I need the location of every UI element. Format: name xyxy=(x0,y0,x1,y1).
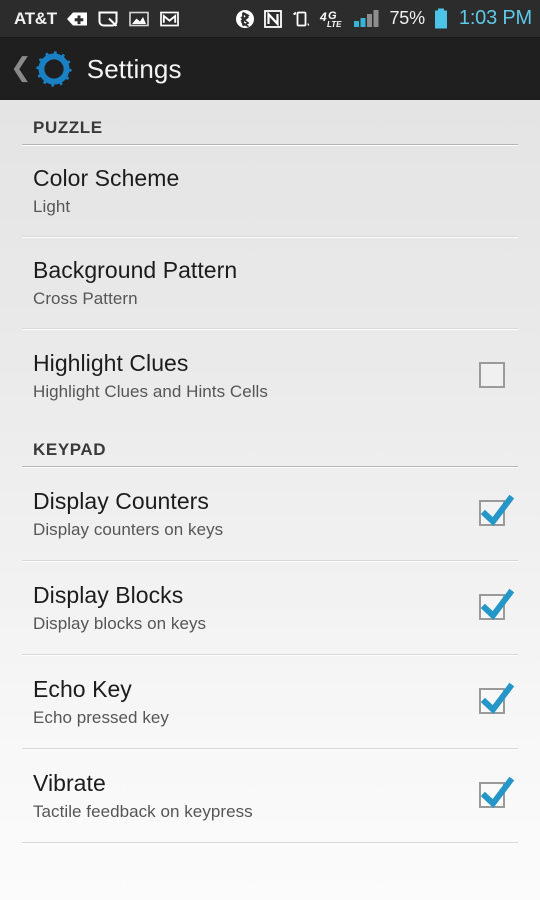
checkbox-display-counters[interactable] xyxy=(473,494,515,534)
setting-row-background-pattern[interactable]: Background Pattern Cross Pattern xyxy=(0,238,540,328)
settings-list[interactable]: PUZZLE Color Scheme Light Background Pat… xyxy=(0,100,540,900)
row-summary: Tactile feedback on keypress xyxy=(33,801,253,821)
svg-text:4: 4 xyxy=(319,10,327,24)
action-bar: ❮ Settings xyxy=(0,38,540,100)
clock-label: 1:03 PM xyxy=(458,7,532,29)
row-title: Color Scheme xyxy=(33,165,180,192)
row-divider xyxy=(22,842,518,844)
checkmark-icon xyxy=(480,588,515,620)
section-header-label: KEYPAD xyxy=(33,440,107,459)
row-title: Background Pattern xyxy=(33,257,238,284)
network-4g-lte-icon: 4 G LTE xyxy=(319,8,345,30)
section-header-label: PUZZLE xyxy=(33,118,103,137)
row-summary: Display blocks on keys xyxy=(33,613,207,633)
row-title: Highlight Clues xyxy=(33,350,189,377)
nfc-icon xyxy=(263,8,283,30)
back-chevron-icon[interactable]: ❮ xyxy=(8,55,34,84)
checkbox-highlight-clues[interactable] xyxy=(473,356,513,396)
row-title: Vibrate xyxy=(33,770,106,797)
row-texts: Background Pattern Cross Pattern xyxy=(33,257,518,309)
row-title: Echo Key xyxy=(33,676,132,703)
settings-gear-icon[interactable] xyxy=(35,50,73,88)
status-bar-left-group: AT&T xyxy=(14,9,180,29)
checkmark-icon xyxy=(480,494,515,526)
section-header-keypad: KEYPAD xyxy=(0,422,540,466)
signal-bars-icon xyxy=(353,8,381,30)
row-texts: Color Scheme Light xyxy=(33,165,518,217)
checkbox-echo-key[interactable] xyxy=(473,682,515,722)
setting-row-color-scheme[interactable]: Color Scheme Light xyxy=(0,146,540,236)
status-bar-right-group: 4 G LTE 75% 1:03 PM xyxy=(235,7,532,31)
bluetooth-icon xyxy=(235,8,255,30)
section-header-puzzle: PUZZLE xyxy=(0,100,540,144)
row-summary: Light xyxy=(33,196,71,216)
setting-row-highlight-clues[interactable]: Highlight Clues Highlight Clues and Hint… xyxy=(0,330,540,422)
row-texts: Echo Key Echo pressed key xyxy=(33,676,461,728)
page-title: Settings xyxy=(86,53,182,84)
row-summary: Cross Pattern xyxy=(33,288,138,308)
row-texts: Highlight Clues Highlight Clues and Hint… xyxy=(33,350,461,402)
checkmark-icon xyxy=(480,776,515,808)
checkbox-display-blocks[interactable] xyxy=(473,588,515,628)
status-bar[interactable]: AT&T 4 G LTE 75% 1:03 PM xyxy=(0,0,540,38)
gallery-image-icon xyxy=(128,9,150,29)
svg-text:LTE: LTE xyxy=(327,20,342,29)
setting-row-display-counters[interactable]: Display Counters Display counters on key… xyxy=(0,468,540,560)
checkmark-icon xyxy=(480,682,515,714)
row-texts: Vibrate Tactile feedback on keypress xyxy=(33,770,461,822)
row-texts: Display Counters Display counters on key… xyxy=(33,488,461,540)
checkbox-box xyxy=(479,362,505,388)
checkbox-vibrate[interactable] xyxy=(473,776,515,816)
setting-row-echo-key[interactable]: Echo Key Echo pressed key xyxy=(0,656,540,748)
vibrate-mode-icon xyxy=(291,8,311,30)
row-title: Display Blocks xyxy=(33,582,184,609)
carrier-label: AT&T xyxy=(14,8,57,28)
row-summary: Echo pressed key xyxy=(33,707,169,727)
battery-full-icon xyxy=(433,7,449,31)
setting-row-display-blocks[interactable]: Display Blocks Display blocks on keys xyxy=(0,562,540,654)
screenshot-capture-icon xyxy=(97,9,119,29)
row-texts: Display Blocks Display blocks on keys xyxy=(33,582,461,634)
gmail-icon xyxy=(159,9,180,29)
row-summary: Highlight Clues and Hints Cells xyxy=(33,381,268,401)
medical-plus-tag-icon xyxy=(66,9,88,29)
setting-row-vibrate[interactable]: Vibrate Tactile feedback on keypress xyxy=(0,750,540,842)
battery-percent-label: 75% xyxy=(389,8,425,28)
row-title: Display Counters xyxy=(33,488,209,515)
row-summary: Display counters on keys xyxy=(33,519,224,539)
